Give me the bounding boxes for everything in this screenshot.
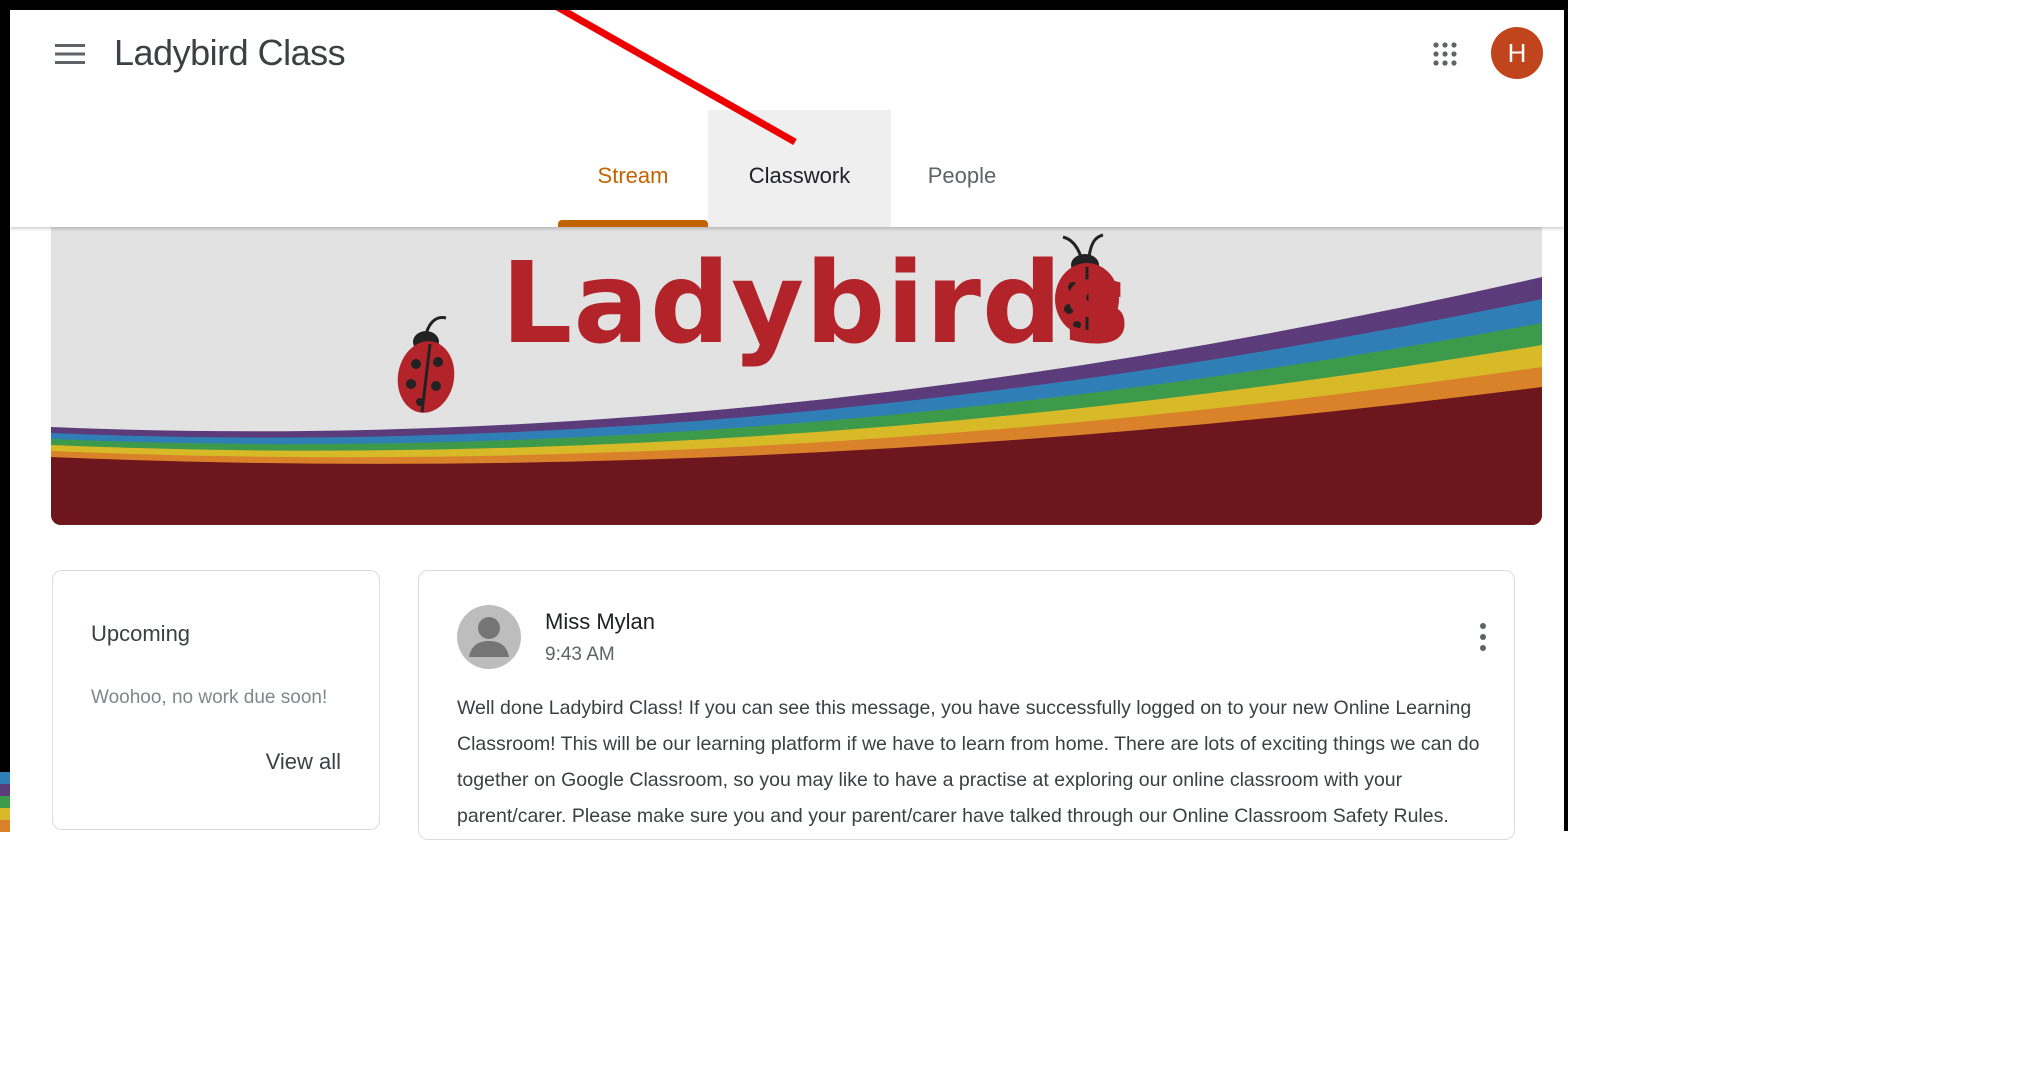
upcoming-empty-message: Woohoo, no work due soon!: [91, 687, 328, 708]
upcoming-heading: Upcoming: [91, 621, 191, 646]
tab-stream-label: Stream: [597, 162, 669, 188]
app-header: Ladybird Class H Stream Classwork People: [10, 10, 1564, 227]
stream-post: Miss Mylan 9:43 AM Well done Ladybird Cl…: [418, 570, 1515, 840]
menu-icon[interactable]: [50, 38, 90, 70]
tab-stream[interactable]: Stream: [558, 110, 708, 227]
ladybug-icon: [397, 316, 455, 413]
post-body: Well done Ladybird Class! If you can see…: [457, 697, 1480, 827]
active-tab-indicator: [558, 220, 708, 227]
post-time: 9:43 AM: [545, 644, 615, 665]
more-options-icon[interactable]: [1471, 619, 1495, 655]
author-avatar: [457, 601, 521, 673]
view-all-link[interactable]: View all: [266, 749, 341, 775]
post-author: Miss Mylan: [545, 609, 656, 634]
tab-classwork[interactable]: Classwork: [708, 110, 891, 227]
tab-people-label: People: [927, 162, 997, 188]
apps-grid-icon[interactable]: [1425, 34, 1465, 74]
background-rainbow-sliver: [0, 772, 10, 832]
tab-classwork-label: Classwork: [748, 162, 851, 188]
class-banner: Ladybirds: [51, 227, 1542, 525]
banner-title: Ladybirds: [501, 239, 1131, 369]
upcoming-card: Upcoming Woohoo, no work due soon! View …: [52, 570, 380, 830]
class-title[interactable]: Ladybird Class: [114, 32, 346, 74]
avatar[interactable]: H: [1491, 27, 1543, 79]
tab-people[interactable]: People: [891, 110, 1033, 227]
avatar-initial: H: [1507, 37, 1527, 68]
